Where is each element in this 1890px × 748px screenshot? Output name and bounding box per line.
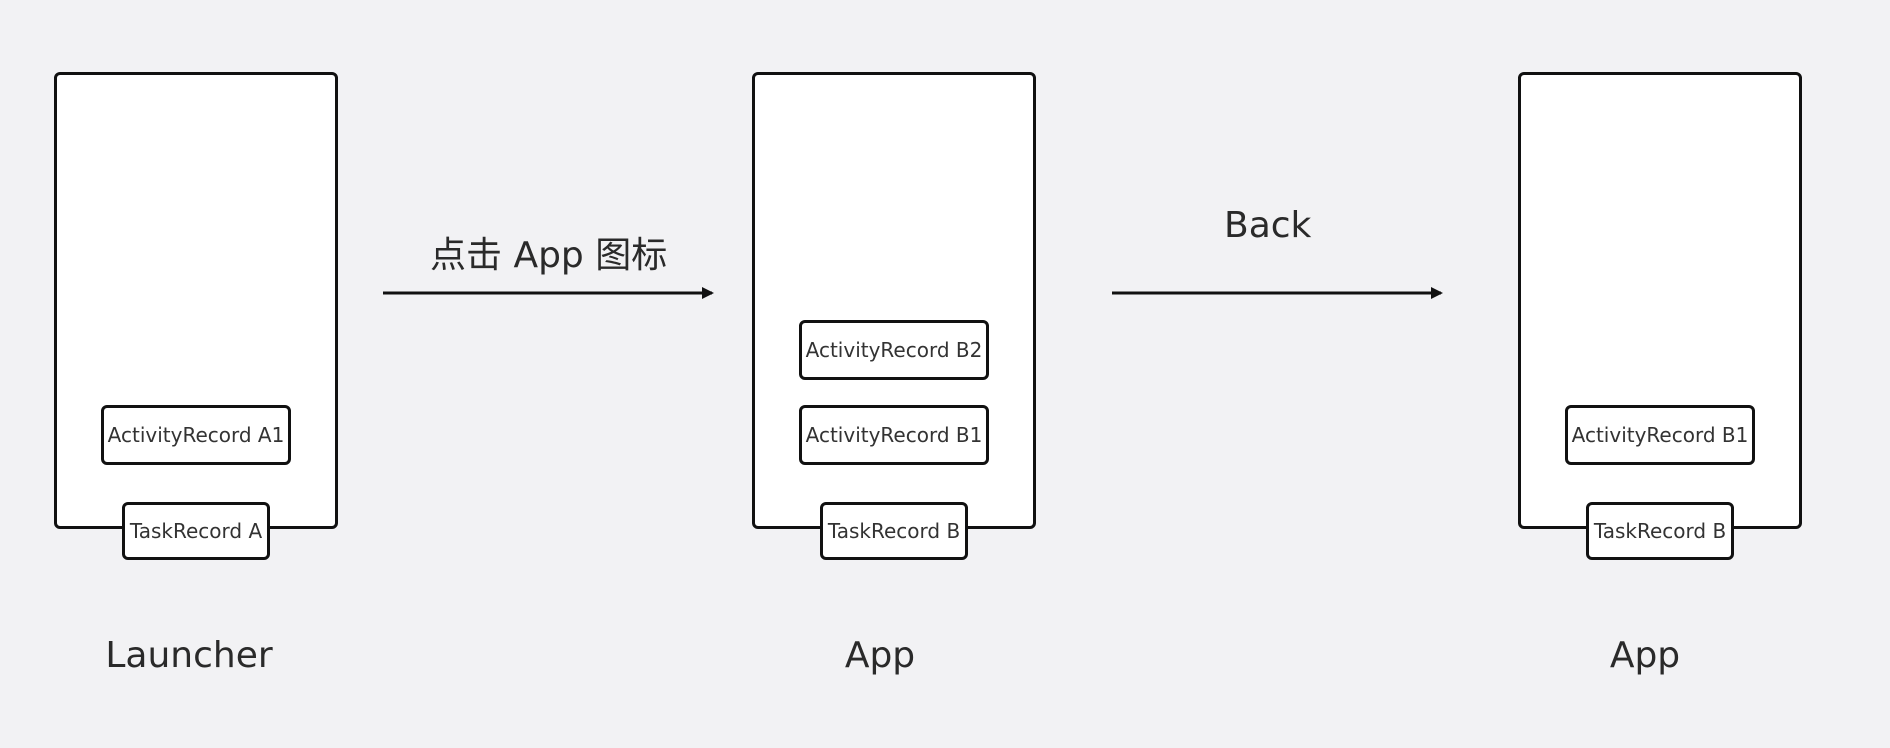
- transition-arrows: [383, 287, 1443, 299]
